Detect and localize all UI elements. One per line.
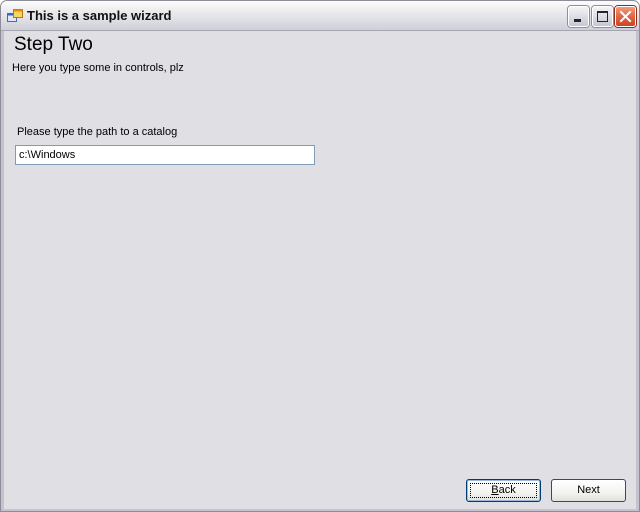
back-label-rest: ack <box>498 484 516 496</box>
close-button[interactable] <box>615 6 636 27</box>
step-subtitle: Here you type some in controls, plz <box>12 62 184 74</box>
next-button[interactable]: Next <box>551 479 626 502</box>
back-button[interactable]: Back <box>466 479 541 502</box>
application-icon[interactable] <box>7 9 23 23</box>
window-title: This is a sample wizard <box>27 8 172 23</box>
back-accelerator-key: B <box>491 484 499 496</box>
maximize-button[interactable] <box>592 6 613 27</box>
minimize-icon <box>574 19 581 22</box>
wizard-client-area: Step Two Here you type some in controls,… <box>4 31 636 509</box>
maximize-icon <box>597 11 608 22</box>
wizard-window: This is a sample wizard Step Two Here yo… <box>0 0 640 512</box>
title-bar[interactable]: This is a sample wizard <box>1 1 639 31</box>
back-button-label: Back <box>467 484 540 496</box>
close-icon <box>619 10 632 23</box>
catalog-path-label: Please type the path to a catalog <box>17 126 178 138</box>
catalog-path-input[interactable] <box>15 145 315 165</box>
next-button-label: Next <box>577 484 600 496</box>
minimize-button[interactable] <box>568 6 589 27</box>
step-title: Step Two <box>14 34 93 55</box>
